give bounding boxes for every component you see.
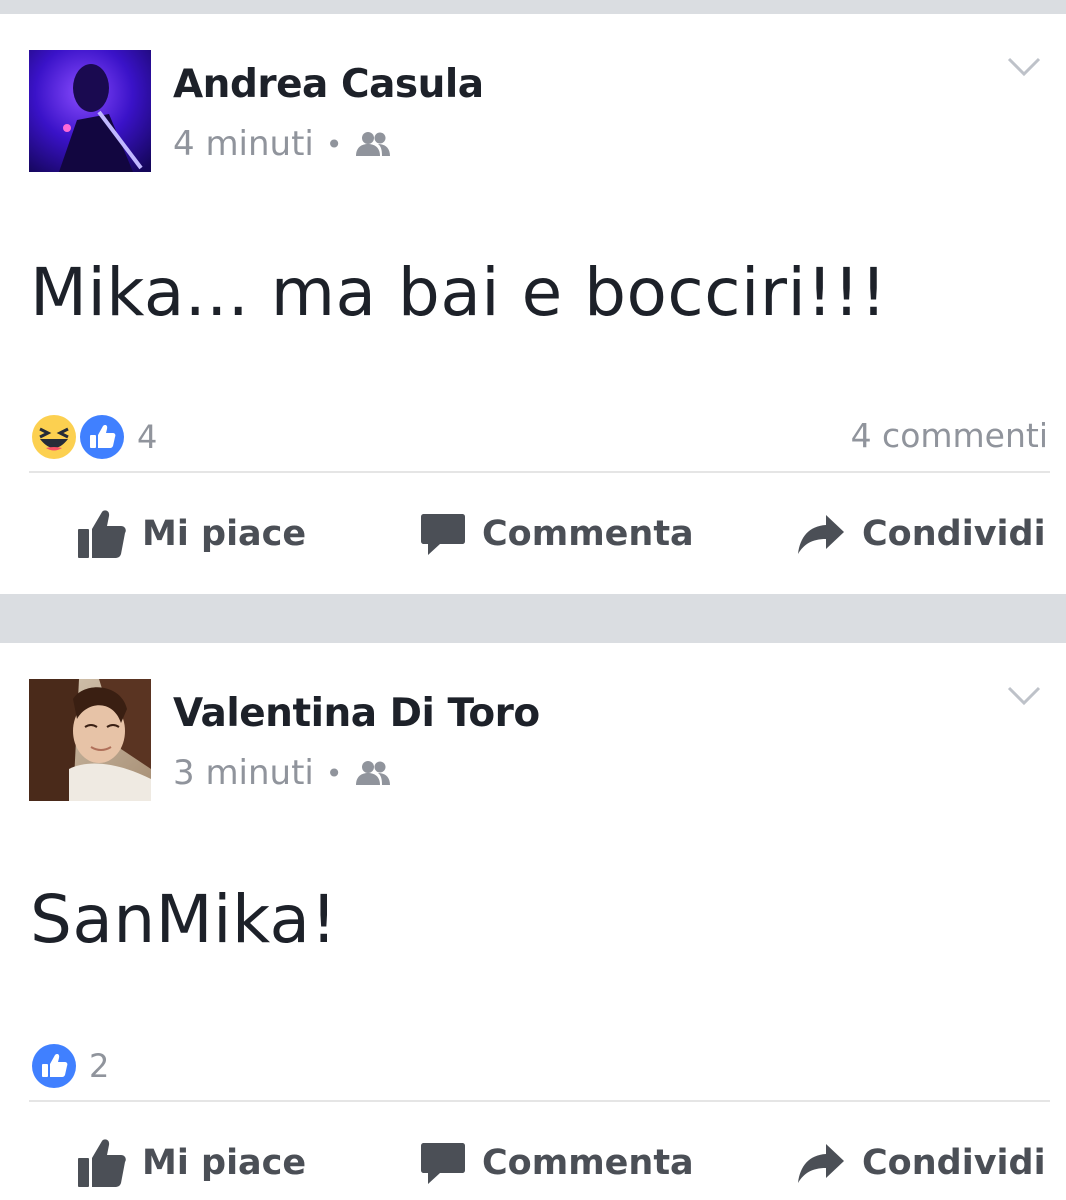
share-button[interactable]: Condividi (796, 504, 1046, 564)
comment-icon (420, 511, 466, 557)
post-text: Mika... ma bai e bocciri!!! (30, 254, 888, 331)
meta-separator: • (325, 756, 343, 790)
reaction-count: 4 (137, 418, 158, 456)
action-bar: Mi piace Commenta Condividi (0, 504, 1066, 564)
action-bar: Mi piace Commenta Condividi (0, 1133, 1066, 1193)
divider (29, 471, 1050, 473)
share-icon (796, 1142, 846, 1184)
comment-label: Commenta (482, 514, 694, 554)
post-time[interactable]: 3 minuti (173, 753, 314, 793)
post-card: Valentina Di Toro 3 minuti • SanMika! 2 … (0, 643, 1066, 1200)
meta-separator: • (325, 127, 343, 161)
thumbs-up-icon (78, 509, 126, 559)
friends-icon[interactable] (354, 759, 392, 787)
like-button[interactable]: Mi piace (78, 504, 306, 564)
author-avatar[interactable] (29, 679, 151, 801)
author-name[interactable]: Valentina Di Toro (173, 691, 540, 736)
divider (29, 1100, 1050, 1102)
post-text: SanMika! (30, 881, 338, 958)
reaction-count: 2 (89, 1047, 110, 1085)
like-icon (29, 1041, 79, 1091)
friends-icon[interactable] (354, 130, 392, 158)
author-avatar[interactable] (29, 50, 151, 172)
reaction-summary[interactable]: 4 (29, 412, 157, 462)
comment-button[interactable]: Commenta (420, 504, 694, 564)
thumbs-up-icon (78, 1138, 126, 1188)
like-label: Mi piace (142, 1143, 307, 1183)
share-label: Condividi (862, 514, 1046, 554)
post-time[interactable]: 4 minuti (173, 124, 314, 164)
like-button[interactable]: Mi piace (78, 1133, 306, 1193)
news-feed: Andrea Casula 4 minuti • Mika... ma bai … (0, 0, 1066, 1200)
chevron-down-icon[interactable] (1006, 683, 1042, 709)
comments-count[interactable]: 4 commenti (851, 416, 1048, 455)
post-meta: 3 minuti • (173, 753, 392, 793)
comment-label: Commenta (482, 1143, 694, 1183)
comment-icon (420, 1140, 466, 1186)
like-icon (77, 412, 127, 462)
avatar-photo (29, 50, 151, 172)
post-meta: 4 minuti • (173, 124, 392, 164)
avatar-photo (29, 679, 151, 801)
comment-button[interactable]: Commenta (420, 1133, 694, 1193)
share-label: Condividi (862, 1143, 1046, 1183)
share-button[interactable]: Condividi (796, 1133, 1046, 1193)
author-name[interactable]: Andrea Casula (173, 62, 484, 107)
like-label: Mi piace (142, 514, 307, 554)
reaction-summary[interactable]: 2 (29, 1041, 109, 1091)
share-icon (796, 513, 846, 555)
chevron-down-icon[interactable] (1006, 54, 1042, 80)
haha-icon (29, 412, 79, 462)
post-card: Andrea Casula 4 minuti • Mika... ma bai … (0, 14, 1066, 594)
